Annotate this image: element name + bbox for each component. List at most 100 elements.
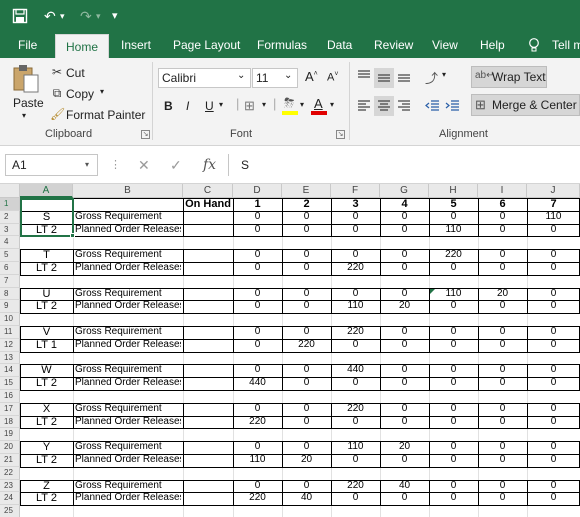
font-name-select[interactable]: Calibri ⌄	[158, 68, 251, 88]
header-period[interactable]: 7	[529, 198, 578, 211]
item-id[interactable]: X	[22, 403, 71, 416]
planned-order-value[interactable]: 0	[431, 416, 476, 429]
gross-requirement-value[interactable]: 0	[431, 326, 476, 339]
column-header-j[interactable]: J	[527, 184, 580, 198]
gross-requirement-value[interactable]: 0	[480, 480, 525, 493]
gross-requirement-value[interactable]: 0	[480, 211, 525, 224]
row-header-12[interactable]: 12	[0, 338, 20, 352]
align-top-icon[interactable]	[356, 68, 372, 84]
gross-requirement-label[interactable]: Gross Requirement	[75, 480, 181, 493]
gross-requirement-value[interactable]: 0	[284, 364, 329, 377]
planned-order-value[interactable]: 0	[284, 416, 329, 429]
item-lead-time[interactable]: LT 2	[22, 416, 71, 429]
gross-requirement-value[interactable]: 0	[480, 441, 525, 454]
item-id[interactable]: W	[22, 364, 71, 377]
planned-order-value[interactable]: 0	[529, 262, 578, 275]
row-header-24[interactable]: 24	[0, 492, 20, 506]
align-right-icon[interactable]	[396, 98, 412, 114]
cancel-icon[interactable]: ✕	[138, 155, 150, 175]
gross-requirement-value[interactable]: 110	[431, 288, 476, 301]
row-header-10[interactable]: 10	[0, 313, 20, 326]
gross-requirement-value[interactable]: 20	[480, 288, 525, 301]
planned-order-releases-label[interactable]: Planned Order Releases	[75, 224, 181, 237]
gross-requirement-value[interactable]: 0	[529, 441, 578, 454]
planned-order-value[interactable]: 0	[333, 339, 378, 352]
column-header-d[interactable]: D	[233, 184, 282, 198]
item-lead-time[interactable]: LT 2	[22, 492, 71, 505]
planned-order-releases-label[interactable]: Planned Order Releases	[75, 454, 181, 467]
gross-requirement-value[interactable]: 0	[235, 326, 280, 339]
redo-icon[interactable]: ↷	[80, 6, 92, 26]
planned-order-value[interactable]: 0	[284, 300, 329, 313]
planned-order-releases-label[interactable]: Planned Order Releases	[75, 262, 181, 275]
planned-order-value[interactable]: 0	[333, 492, 378, 505]
gross-requirement-value[interactable]: 0	[431, 480, 476, 493]
planned-order-value[interactable]: 0	[529, 454, 578, 467]
active-cell-selection[interactable]	[20, 198, 74, 238]
copy-dropdown-icon[interactable]: ▾	[100, 87, 104, 96]
planned-order-value[interactable]: 0	[480, 339, 525, 352]
planned-order-value[interactable]: 0	[480, 224, 525, 237]
row-header-7[interactable]: 7	[0, 274, 20, 288]
planned-order-value[interactable]: 0	[431, 300, 476, 313]
item-lead-time[interactable]: LT 1	[22, 339, 71, 352]
row-header-1[interactable]: 1	[0, 198, 20, 211]
planned-order-value[interactable]: 0	[480, 262, 525, 275]
row-header-23[interactable]: 23	[0, 479, 20, 493]
planned-order-value[interactable]: 0	[480, 492, 525, 505]
header-period[interactable]: 4	[382, 198, 427, 211]
gross-requirement-value[interactable]: 220	[333, 403, 378, 416]
gross-requirement-value[interactable]: 0	[284, 441, 329, 454]
planned-order-value[interactable]: 0	[529, 416, 578, 429]
tab-help[interactable]: Help	[480, 32, 505, 58]
planned-order-value[interactable]: 220	[235, 492, 280, 505]
gross-requirement-label[interactable]: Gross Requirement	[75, 326, 181, 339]
row-header-6[interactable]: 6	[0, 262, 20, 275]
gross-requirement-value[interactable]: 0	[333, 288, 378, 301]
gross-requirement-value[interactable]: 0	[480, 249, 525, 262]
gross-requirement-label[interactable]: Gross Requirement	[75, 364, 181, 377]
row-header-5[interactable]: 5	[0, 249, 20, 262]
planned-order-value[interactable]: 220	[333, 262, 378, 275]
column-header-h[interactable]: H	[429, 184, 478, 198]
planned-order-value[interactable]: 0	[382, 224, 427, 237]
select-all-corner[interactable]	[0, 184, 20, 198]
planned-order-releases-label[interactable]: Planned Order Releases	[75, 492, 181, 505]
item-id[interactable]: T	[22, 249, 71, 262]
gross-requirement-value[interactable]: 0	[431, 403, 476, 416]
merge-center-button[interactable]: ⊞ Merge & Center	[471, 94, 580, 116]
align-center-icon[interactable]	[374, 96, 394, 116]
planned-order-value[interactable]: 0	[284, 377, 329, 390]
copy-button[interactable]: Copy	[66, 87, 94, 101]
planned-order-value[interactable]: 0	[333, 416, 378, 429]
gross-requirement-value[interactable]: 0	[235, 364, 280, 377]
planned-order-value[interactable]: 110	[333, 300, 378, 313]
planned-order-value[interactable]: 0	[431, 377, 476, 390]
gross-requirement-value[interactable]: 0	[333, 211, 378, 224]
planned-order-value[interactable]: 0	[284, 262, 329, 275]
column-header-i[interactable]: I	[478, 184, 527, 198]
undo-dropdown-icon[interactable]: ▾	[60, 6, 65, 26]
gross-requirement-value[interactable]: 0	[529, 364, 578, 377]
decrease-indent-icon[interactable]	[424, 98, 440, 114]
planned-order-value[interactable]: 0	[235, 224, 280, 237]
row-header-11[interactable]: 11	[0, 326, 20, 339]
font-size-select[interactable]: 11 ⌄	[252, 68, 298, 88]
gross-requirement-value[interactable]: 0	[235, 480, 280, 493]
orientation-dropdown-icon[interactable]: ▾	[442, 70, 446, 79]
gross-requirement-label[interactable]: Gross Requirement	[75, 288, 181, 301]
row-header-3[interactable]: 3	[0, 223, 20, 237]
gross-requirement-value[interactable]: 0	[431, 441, 476, 454]
format-painter-button[interactable]: Format Painter	[66, 108, 145, 122]
item-id[interactable]: U	[22, 288, 71, 301]
undo-icon[interactable]: ↶	[44, 6, 56, 26]
gross-requirement-value[interactable]: 0	[284, 249, 329, 262]
bold-button[interactable]: B	[164, 99, 173, 113]
planned-order-value[interactable]: 0	[529, 224, 578, 237]
worksheet-grid[interactable]: A B C D E F G H I J 1 2 3 4 5 6 7 8 9 10 11 12 13 14 15 16 17 18 19 2…	[0, 184, 580, 517]
underline-dropdown-icon[interactable]: ▾	[219, 100, 223, 109]
borders-icon[interactable]: ⊞	[244, 98, 255, 114]
gross-requirement-value[interactable]: 220	[333, 326, 378, 339]
tab-formulas[interactable]: Formulas	[257, 32, 307, 58]
planned-order-releases-label[interactable]: Planned Order Releases	[75, 416, 181, 429]
